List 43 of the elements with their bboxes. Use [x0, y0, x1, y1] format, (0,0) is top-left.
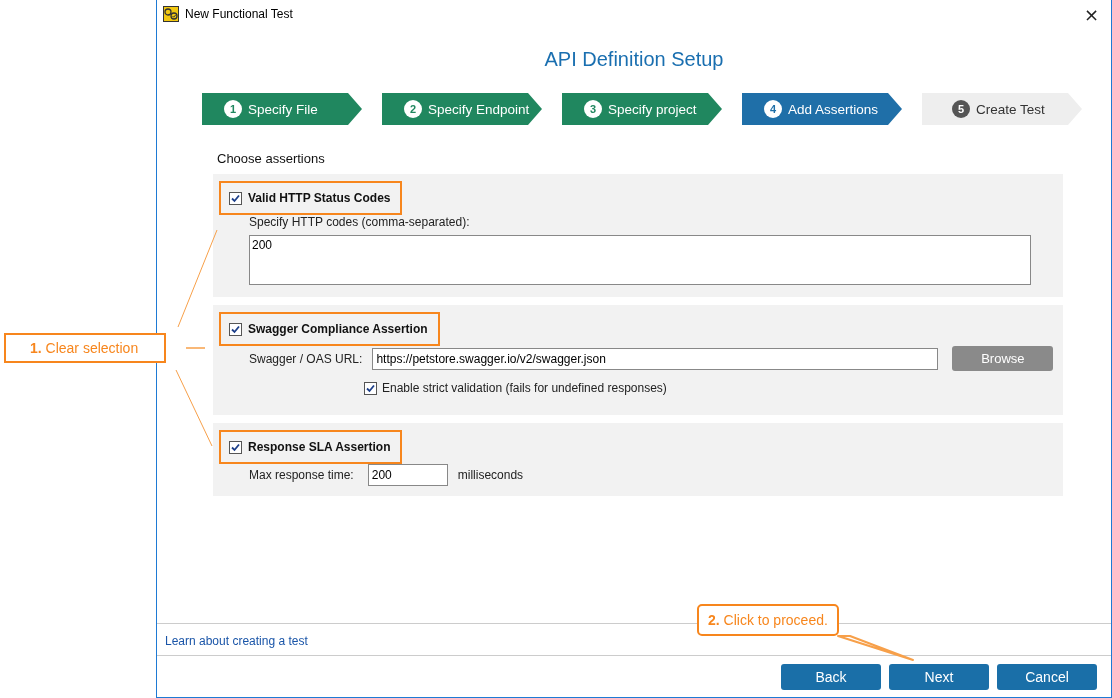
wizard-step[interactable]: 4 Add Assertions — [742, 93, 902, 125]
step-label: Add Assertions — [788, 101, 879, 117]
page-heading: API Definition Setup — [543, 48, 725, 71]
step-number: 5 — [952, 100, 970, 118]
checkbox[interactable] — [229, 322, 242, 336]
assertion-title: Swagger Compliance Assertion — [248, 322, 428, 336]
wizard-step[interactable]: 2 Specify Endpoint — [382, 93, 542, 125]
step-number: 1 — [224, 100, 242, 118]
wizard-button[interactable]: Back — [781, 664, 881, 690]
response-time-field[interactable]: 200 — [367, 464, 448, 486]
http-codes-field[interactable]: 200 — [249, 235, 1031, 285]
callout-note: 1. Clear selection — [4, 333, 167, 363]
step-label: Create Test — [976, 101, 1045, 117]
wizard-button[interactable]: Next — [889, 664, 989, 690]
checkbox[interactable] — [229, 440, 242, 454]
step-label: Specify File — [248, 101, 318, 117]
step-label: Specify project — [608, 101, 697, 117]
unit-label: milliseconds — [457, 468, 524, 482]
checkbox[interactable] — [364, 381, 377, 395]
window-title: New Functional Test — [185, 7, 294, 21]
step-label: Specify Endpoint — [428, 101, 530, 117]
close-button[interactable]: × — [1077, 3, 1105, 25]
browse-button[interactable]: Browse — [952, 346, 1054, 371]
wizard-step[interactable]: 3 Specify project — [562, 93, 722, 125]
field-label: Max response time: — [249, 468, 354, 482]
field-label: Specify HTTP codes (comma-separated): — [249, 215, 471, 229]
step-number: 2 — [404, 100, 422, 118]
wizard-step[interactable]: 1 Specify File — [202, 93, 362, 125]
assertion-title: Response SLA Assertion — [248, 440, 391, 454]
leader-line — [185, 347, 206, 349]
help-link[interactable]: Learn about creating a test — [165, 634, 308, 648]
step-number: 4 — [764, 100, 782, 118]
field-label: Swagger / OAS URL: — [249, 351, 363, 366]
wizard-button[interactable]: Cancel — [997, 664, 1097, 690]
assertion-title: Valid HTTP Status Codes — [248, 191, 391, 205]
app-logo-icon — [163, 6, 179, 22]
callout-note: 2. Click to proceed. — [697, 604, 839, 636]
wizard-step[interactable]: 5 Create Test — [922, 93, 1082, 125]
option-label: Enable strict validation (fails for undefined responses) — [382, 381, 667, 395]
section-label: Choose assertions — [217, 151, 326, 166]
url-field[interactable]: https://petstore.swagger.io/v2/swagger.json — [372, 347, 939, 370]
checkbox[interactable] — [229, 191, 242, 205]
step-number: 3 — [584, 100, 602, 118]
